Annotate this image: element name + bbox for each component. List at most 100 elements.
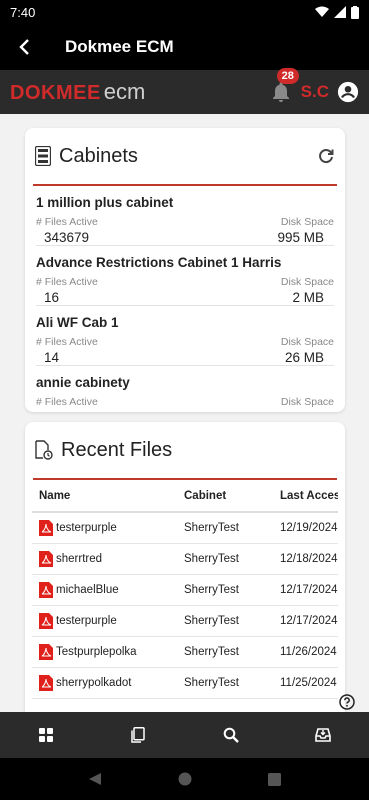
nav-documents[interactable] [118,715,158,755]
table-row[interactable]: michaelBlue SherryTest 12/17/2024 [32,574,338,606]
dashboard-icon [39,728,54,742]
brand-header: DOKMEE ecm 28 S.C [0,68,369,114]
nav-inbox[interactable] [303,715,343,755]
pdf-icon [39,519,53,536]
back-button[interactable] [0,24,50,70]
nav-dashboard[interactable] [26,715,66,755]
files-active-label: # Files Active [36,276,98,288]
file-name: testerpurple [56,521,117,534]
table-row[interactable]: testerpurple SherryTest 12/17/2024 [32,605,338,637]
file-cabinet: SherryTest [177,543,273,575]
files-active-value: 16 [44,290,60,305]
pdf-icon [39,550,53,567]
column-header-last-access[interactable]: Last Acces [273,480,338,513]
system-navigation-bar [0,758,369,800]
recent-file-icon [35,440,53,460]
nav-search[interactable] [211,715,251,755]
pdf-icon [39,674,53,691]
pdf-icon [39,581,53,598]
file-cabinet: SherryTest [177,667,273,699]
main-content[interactable]: Cabinets 1 million plus cabinet # Files … [0,114,369,712]
inbox-icon [315,728,331,742]
status-icons [315,5,359,19]
file-name: Testpurplepolka [56,645,137,658]
cabinets-card: Cabinets 1 million plus cabinet # Files … [25,128,345,412]
file-last-access: 12/17/2024 [273,574,338,606]
dokmee-logo[interactable]: DOKMEE ecm [10,79,145,105]
file-last-access: 12/18/2024 [273,543,338,575]
system-recents-icon[interactable] [268,772,281,786]
recent-files-table-wrap[interactable]: Name Cabinet Last Acces testerpurple She… [32,480,338,699]
signal-icon [334,6,346,18]
status-time: 7:40 [10,4,36,20]
search-icon [223,727,239,743]
system-home-icon[interactable] [178,772,192,786]
documents-icon [131,727,146,743]
battery-icon [351,5,359,19]
recent-files-header: Recent Files [25,422,345,478]
cabinet-name: Ali WF Cab 1 [36,315,119,330]
cabinet-icon [35,146,51,166]
cabinet-item[interactable]: Ali WF Cab 1 # Files Active Disk Space 14… [36,306,334,366]
disk-space-value: 995 MB [277,230,324,245]
cabinets-title: Cabinets [59,144,138,167]
app-bar: Dokmee ECM [0,24,369,70]
recent-files-title: Recent Files [61,438,173,461]
files-active-label: # Files Active [36,336,98,348]
disk-space-label: Disk Space [280,336,334,348]
pdf-icon [39,612,53,629]
cabinet-item[interactable]: Advance Restrictions Cabinet 1 Harris # … [36,246,334,306]
recent-files-table: Name Cabinet Last Acces testerpurple She… [32,480,338,699]
file-last-access: 12/19/2024 [273,512,338,544]
account-icon[interactable] [337,81,359,103]
recent-files-card: Recent Files Name Cabinet Last Acces tes… [25,422,345,712]
table-header-row: Name Cabinet Last Acces [32,480,338,513]
cabinet-item[interactable]: 1 million plus cabinet # Files Active Dis… [36,186,334,246]
file-cabinet: SherryTest [177,574,273,606]
logo-text-main: DOKMEE [10,82,101,104]
column-header-name[interactable]: Name [32,480,177,513]
table-row[interactable]: testerpurple SherryTest 12/19/2024 [32,512,338,544]
cabinet-list[interactable]: 1 million plus cabinet # Files Active Dis… [25,186,345,412]
disk-space-value: 2 MB [292,290,324,305]
file-cabinet: SherryTest [177,512,273,544]
files-active-value: 343679 [44,230,90,245]
pdf-icon [39,643,53,660]
table-row[interactable]: Testpurplepolka SherryTest 11/26/2024 [32,636,338,668]
back-arrow-icon [19,39,29,55]
bottom-navigation [0,712,369,758]
table-row[interactable]: sherrtred SherryTest 12/18/2024 [32,543,338,575]
system-back-icon[interactable] [88,772,102,786]
disk-space-label: Disk Space [280,276,334,288]
notifications-button[interactable]: 28 [269,68,299,104]
disk-space-label: Disk Space [280,396,334,408]
disk-space-label: Disk Space [280,216,334,228]
file-last-access: 12/17/2024 [273,605,338,637]
file-name: sherrtred [56,552,103,565]
file-cabinet: SherryTest [177,605,273,637]
files-active-label: # Files Active [36,216,98,228]
files-active-label: # Files Active [36,396,98,408]
file-name: testerpurple [56,614,117,627]
wifi-icon [315,6,329,17]
files-active-value: 14 [44,350,60,365]
column-header-cabinet[interactable]: Cabinet [177,480,273,513]
app-title: Dokmee ECM [65,37,174,56]
disk-space-value: 26 MB [284,350,324,365]
cabinet-name: annie cabinety [36,375,130,390]
file-cabinet: SherryTest [177,636,273,668]
logo-text-ecm: ecm [103,79,146,104]
file-name: sherrypolkadot [56,676,132,689]
file-last-access: 11/25/2024 [273,667,338,699]
cabinet-name: Advance Restrictions Cabinet 1 Harris [36,255,282,270]
cabinets-header: Cabinets [25,128,345,184]
file-last-access: 11/26/2024 [273,636,338,668]
status-bar: 7:40 [0,0,369,24]
cabinet-item[interactable]: annie cabinety # Files Active Disk Space [36,366,334,412]
cabinet-name: 1 million plus cabinet [36,195,174,210]
notification-badge: 28 [276,68,299,84]
refresh-icon[interactable] [317,147,335,165]
help-icon[interactable] [339,694,355,710]
table-row[interactable]: sherrypolkadot SherryTest 11/25/2024 [32,667,338,699]
user-initials[interactable]: S.C [301,82,329,102]
